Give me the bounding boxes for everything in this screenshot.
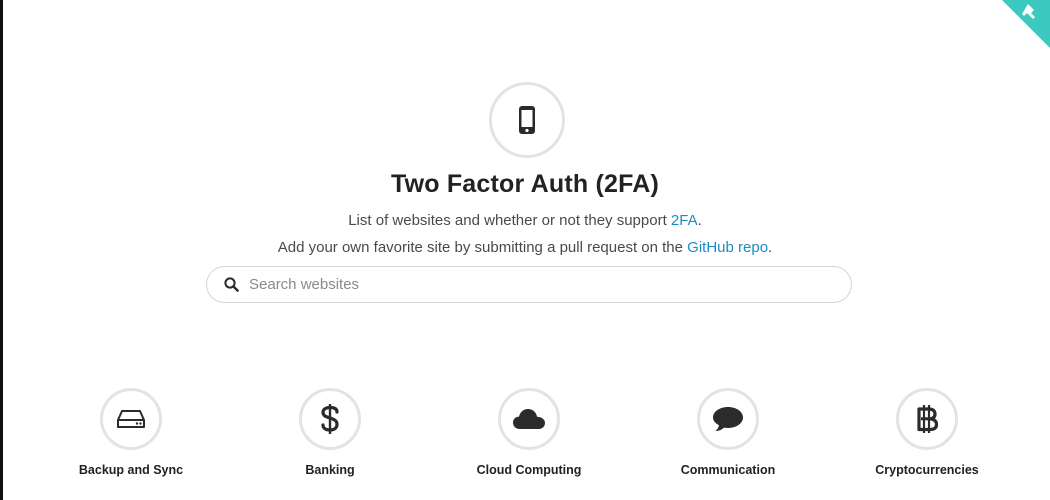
hero-icon-ring — [489, 82, 565, 158]
bitcoin-icon — [917, 405, 938, 433]
tagline-line-2: Add your own favorite site by submitting… — [0, 239, 1050, 256]
category-icon-ring — [299, 388, 361, 450]
github-repo-link[interactable]: GitHub repo — [687, 239, 768, 256]
2fa-link[interactable]: 2FA — [671, 212, 698, 229]
category-icon-ring — [100, 388, 162, 450]
hard-drive-icon — [117, 410, 145, 428]
category-backup-and-sync[interactable]: Backup and Sync — [51, 388, 211, 477]
tagline-1-text: List of websites and whether or not they… — [348, 212, 671, 229]
category-label: Backup and Sync — [78, 463, 184, 477]
speech-bubble-icon — [713, 407, 743, 431]
category-label: Cloud Computing — [476, 463, 582, 477]
category-cloud-computing[interactable]: Cloud Computing — [449, 388, 609, 477]
tagline-2-end: . — [768, 239, 773, 256]
tagline-2-text: Add your own favorite site by submitting… — [277, 239, 688, 256]
category-label: Communication — [680, 463, 776, 477]
cloud-icon — [513, 409, 545, 429]
category-communication[interactable]: Communication — [648, 388, 808, 477]
page-title: Two Factor Auth (2FA) — [390, 170, 660, 198]
category-label: Cryptocurrencies — [875, 463, 979, 477]
mobile-phone-icon — [519, 106, 535, 134]
tagline-line-1: List of websites and whether or not they… — [0, 212, 1050, 229]
category-icon-ring — [498, 388, 560, 450]
category-list: Backup and Sync Banking Cloud Computing … — [0, 388, 1050, 500]
search-icon — [223, 277, 239, 293]
category-banking[interactable]: Banking — [250, 388, 410, 477]
category-icon-ring — [896, 388, 958, 450]
category-cryptocurrencies[interactable]: Cryptocurrencies — [847, 388, 1007, 477]
search-box[interactable] — [206, 266, 852, 303]
github-corner-ribbon[interactable] — [1002, 0, 1050, 48]
search-input[interactable] — [249, 276, 809, 293]
dollar-icon — [321, 404, 339, 434]
category-label: Banking — [305, 463, 355, 477]
category-icon-ring — [697, 388, 759, 450]
tagline-1-end: . — [697, 212, 702, 229]
